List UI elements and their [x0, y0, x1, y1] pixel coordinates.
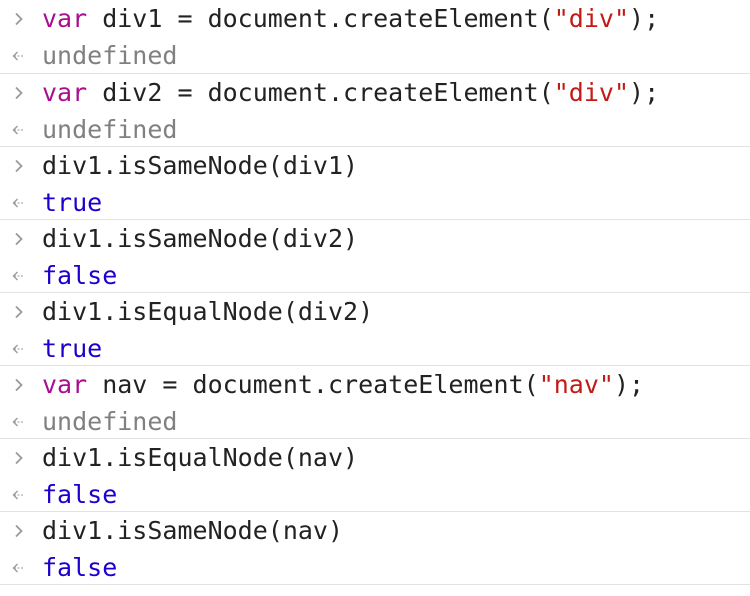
result-arrow	[8, 184, 30, 221]
return-arrow-icon	[12, 125, 25, 134]
console-input-code: div1.isEqualNode(div2)	[42, 293, 373, 330]
prompt-chevron	[8, 293, 30, 330]
chevron-right-icon	[15, 232, 23, 245]
chevron-right-icon	[15, 305, 23, 318]
prompt-chevron	[8, 512, 30, 549]
console-result-value: undefined	[42, 41, 178, 70]
console-input-line[interactable]: div1.isSameNode(div2)	[0, 220, 750, 257]
code-token-keyword: var	[42, 78, 88, 107]
console-input-line[interactable]: div1.isSameNode(nav)	[0, 512, 750, 549]
result-arrow	[8, 111, 30, 148]
code-token-keyword: var	[42, 4, 88, 33]
console-entry: var div2 = document.createElement("div")…	[0, 74, 750, 147]
result-arrow	[8, 257, 30, 294]
code-token-string: "nav"	[538, 370, 614, 399]
code-token-plain: div1 = document.createElement(	[87, 4, 554, 33]
result-arrow	[8, 330, 30, 367]
prompt-chevron	[8, 220, 30, 257]
console-input-line[interactable]: div1.isEqualNode(nav)	[0, 439, 750, 476]
code-token-plain: );	[629, 78, 660, 107]
console-output-line: false	[0, 549, 750, 586]
console-entry: var div1 = document.createElement("div")…	[0, 0, 750, 74]
code-token-plain: );	[629, 4, 660, 33]
prompt-chevron	[8, 74, 30, 111]
console-input-code: var div2 = document.createElement("div")…	[42, 74, 659, 111]
console-result-value: false	[42, 261, 118, 290]
console-entry: div1.isEqualNode(div2) true	[0, 293, 750, 366]
console-output-line: undefined	[0, 111, 750, 148]
code-token-plain: div2 = document.createElement(	[87, 78, 554, 107]
chevron-right-icon	[15, 451, 23, 464]
console-result-value: false	[42, 553, 118, 582]
console-input-code: var nav = document.createElement("nav");	[42, 366, 644, 403]
return-arrow-icon	[12, 51, 25, 60]
prompt-chevron	[8, 0, 30, 37]
code-token-string: "div"	[553, 4, 630, 33]
chevron-right-icon	[15, 12, 23, 25]
console-entry: var nav = document.createElement("nav");…	[0, 366, 750, 439]
console-input-code: div1.isEqualNode(nav)	[42, 439, 358, 476]
console-input-line[interactable]: div1.isSameNode(div1)	[0, 147, 750, 184]
console-entry: div1.isEqualNode(nav) false	[0, 439, 750, 512]
console-input-line[interactable]: var nav = document.createElement("nav");	[0, 366, 750, 403]
code-token-plain: div1.isEqualNode(div2)	[42, 297, 374, 326]
result-arrow	[8, 37, 30, 74]
console-input-line[interactable]: div1.isEqualNode(div2)	[0, 293, 750, 330]
return-arrow-icon	[12, 344, 25, 353]
console-output-line: false	[0, 476, 750, 513]
prompt-chevron	[8, 147, 30, 184]
return-arrow-icon	[12, 271, 25, 280]
chevron-right-icon	[15, 378, 23, 391]
chevron-right-icon	[15, 159, 23, 172]
chevron-right-icon	[15, 86, 23, 99]
console-entry: div1.isSameNode(div1) true	[0, 147, 750, 220]
console-result-value: undefined	[42, 407, 178, 436]
code-token-keyword: var	[42, 370, 88, 399]
console-log: var div1 = document.createElement("div")…	[0, 0, 750, 596]
console-result-value: true	[42, 188, 103, 217]
console-input-code: var div1 = document.createElement("div")…	[42, 0, 659, 37]
result-arrow	[8, 476, 30, 513]
code-token-plain: div1.isSameNode(div2)	[42, 224, 359, 253]
code-token-plain: );	[613, 370, 645, 399]
console-output-line: undefined	[0, 37, 750, 74]
console-output-line: undefined	[0, 403, 750, 440]
console-result-value: true	[42, 334, 103, 363]
code-token-string: "div"	[553, 78, 630, 107]
return-arrow-icon	[12, 417, 25, 426]
chevron-right-icon	[15, 524, 23, 537]
code-token-plain: div1.isSameNode(div1)	[42, 151, 359, 180]
console-output-line: true	[0, 184, 750, 221]
return-arrow-icon	[12, 198, 25, 207]
console-result-value: false	[42, 480, 118, 509]
code-token-plain: nav = document.createElement(	[87, 370, 539, 399]
console-input-code: div1.isSameNode(nav)	[42, 512, 343, 549]
code-token-plain: div1.isEqualNode(nav)	[42, 443, 359, 472]
console-input-line[interactable]: var div2 = document.createElement("div")…	[0, 74, 750, 111]
code-token-plain: div1.isSameNode(nav)	[42, 516, 344, 545]
console-output-line: true	[0, 330, 750, 367]
console-entry: div1.isSameNode(nav) false	[0, 512, 750, 585]
return-arrow-icon	[12, 563, 25, 572]
prompt-chevron	[8, 439, 30, 476]
console-output-line: false	[0, 257, 750, 294]
result-arrow	[8, 403, 30, 440]
console-input-line[interactable]: var div1 = document.createElement("div")…	[0, 0, 750, 37]
console-entry: div1.isSameNode(div2) false	[0, 220, 750, 293]
console-input-code: div1.isSameNode(div1)	[42, 147, 358, 184]
result-arrow	[8, 549, 30, 586]
prompt-chevron	[8, 366, 30, 403]
console-result-value: undefined	[42, 115, 178, 144]
console-input-code: div1.isSameNode(div2)	[42, 220, 358, 257]
return-arrow-icon	[12, 490, 25, 499]
